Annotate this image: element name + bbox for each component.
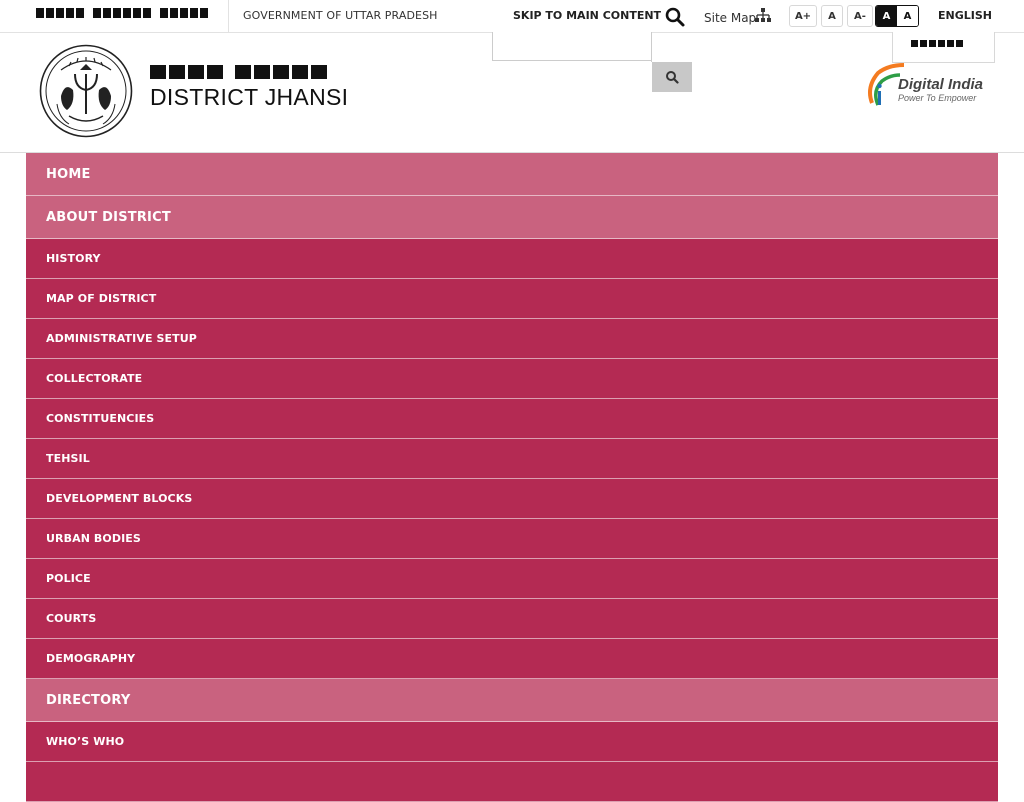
contrast-toggle: A A <box>875 5 919 27</box>
menu-item-collectorate[interactable]: COLLECTORATE <box>26 359 998 399</box>
district-title-hindi <box>150 65 327 79</box>
menu-item-urban-bodies[interactable]: URBAN BODIES <box>26 519 998 559</box>
menu-item-next[interactable] <box>26 762 998 802</box>
menu-item-constituencies[interactable]: CONSTITUENCIES <box>26 399 998 439</box>
gov-english-label: GOVERNMENT OF UTTAR PRADESH <box>243 9 438 22</box>
menu-item-administrative-setup[interactable]: ADMINISTRATIVE SETUP <box>26 319 998 359</box>
menu-item-development-blocks[interactable]: DEVELOPMENT BLOCKS <box>26 479 998 519</box>
digital-india-label: Digital India <box>898 76 984 93</box>
search-divider <box>651 32 652 62</box>
gov-hindi-label <box>36 8 208 18</box>
district-title: DISTRICT JHANSI <box>150 84 349 110</box>
skip-to-main-content-link[interactable]: SKIP TO MAIN CONTENT <box>513 9 661 22</box>
search-icon[interactable] <box>664 6 686 28</box>
search-field[interactable] <box>492 32 652 61</box>
search-submit-button[interactable] <box>652 62 692 92</box>
menu-item-about-district[interactable]: ABOUT DISTRICT <box>26 196 998 239</box>
menu-item-whos-who[interactable]: WHO’S WHO <box>26 722 998 762</box>
menu-item-home[interactable]: HOME <box>26 153 998 196</box>
menu-item-courts[interactable]: COURTS <box>26 599 998 639</box>
high-contrast-button[interactable]: A <box>876 6 897 26</box>
language-dropdown[interactable] <box>892 32 995 63</box>
topbar-divider <box>228 0 229 32</box>
search-input[interactable] <box>493 32 651 60</box>
font-normal-button[interactable]: A <box>821 5 843 27</box>
menu-item-demography[interactable]: DEMOGRAPHY <box>26 639 998 679</box>
search-icon <box>666 71 679 84</box>
up-government-emblem[interactable] <box>39 44 133 138</box>
sitemap-link[interactable]: Site Map <box>704 11 756 25</box>
digital-india-tagline: Power To Empower <box>898 93 977 103</box>
menu-item-police[interactable]: POLICE <box>26 559 998 599</box>
font-decrease-button[interactable]: A- <box>847 5 873 27</box>
menu-item-directory[interactable]: DIRECTORY <box>26 679 998 722</box>
normal-contrast-button[interactable]: A <box>897 6 918 26</box>
menu-item-tehsil[interactable]: TEHSIL <box>26 439 998 479</box>
menu-item-history[interactable]: HISTORY <box>26 239 998 279</box>
language-selector[interactable]: ENGLISH <box>938 9 992 22</box>
font-increase-button[interactable]: A+ <box>789 5 817 27</box>
main-navigation-menu: HOME ABOUT DISTRICT HISTORY MAP OF DISTR… <box>26 153 998 802</box>
menu-item-map-of-district[interactable]: MAP OF DISTRICT <box>26 279 998 319</box>
top-utility-bar: GOVERNMENT OF UTTAR PRADESH SKIP TO MAIN… <box>0 0 1024 33</box>
hindi-language-option[interactable] <box>911 40 963 47</box>
sitemap-icon[interactable] <box>754 7 772 23</box>
